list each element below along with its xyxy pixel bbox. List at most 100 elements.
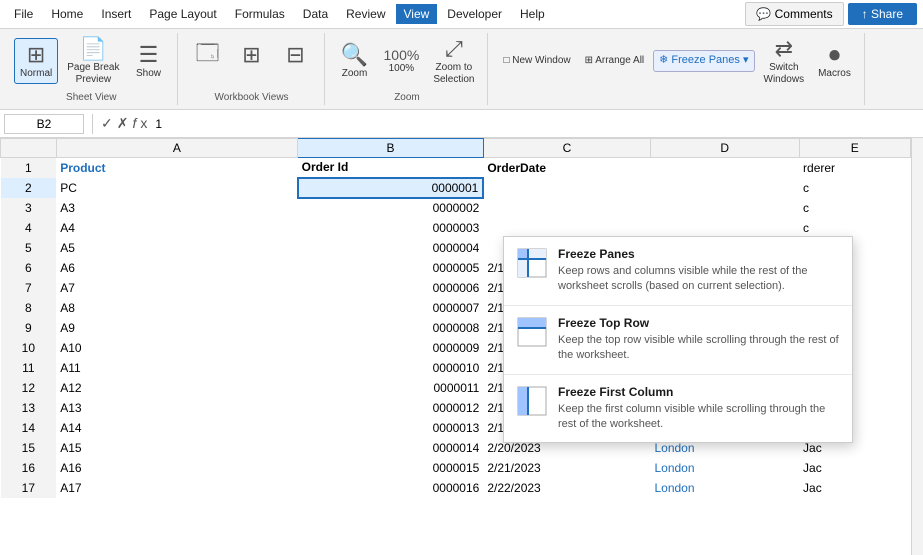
show-icon: ☰: [139, 42, 159, 68]
ribbon-group-window: □ New Window ⊞ Arrange All ❄ Freeze Pane…: [490, 33, 864, 105]
cell-city-4[interactable]: [650, 218, 799, 238]
cell-product-12[interactable]: A12: [56, 378, 297, 398]
zoom-100-button[interactable]: 100% 100%: [379, 44, 425, 78]
workbook-view2-button[interactable]: ⊞: [232, 39, 272, 71]
menu-formulas[interactable]: Formulas: [227, 4, 293, 24]
cell-orderid-13[interactable]: 0000012: [298, 398, 484, 418]
cell-date-16[interactable]: 2/21/2023: [483, 458, 650, 478]
cell-product-13[interactable]: A13: [56, 398, 297, 418]
header-orderid[interactable]: Order Id: [298, 158, 484, 178]
freeze-panes-desc: Keep rows and columns visible while the …: [558, 264, 840, 295]
cell-date-17[interactable]: 2/22/2023: [483, 478, 650, 498]
switch-windows-icon: ⇄: [775, 36, 793, 62]
freeze-first-column-item[interactable]: Freeze First Column Keep the first colum…: [504, 375, 852, 443]
cell-orderid-2[interactable]: 0000001: [298, 178, 484, 198]
vertical-scrollbar[interactable]: [911, 138, 923, 555]
menu-review[interactable]: Review: [338, 4, 393, 24]
cell-orderer-4[interactable]: c: [799, 218, 910, 238]
workbook-view3-button[interactable]: ⊟: [276, 39, 316, 71]
menu-developer[interactable]: Developer: [439, 4, 510, 24]
cell-city-17[interactable]: London: [650, 478, 799, 498]
formula-input[interactable]: [151, 115, 919, 133]
cell-orderid-12[interactable]: 0000011: [298, 378, 484, 398]
cell-product-17[interactable]: A17: [56, 478, 297, 498]
cell-product-2[interactable]: PC: [56, 178, 297, 198]
zoom-button[interactable]: 🔍 Zoom: [335, 39, 375, 83]
cell-date-2[interactable]: [483, 178, 650, 198]
formula-bar: ✓ ✗ f x: [0, 110, 923, 138]
cell-orderid-8[interactable]: 0000007: [298, 298, 484, 318]
cell-orderid-5[interactable]: 0000004: [298, 238, 484, 258]
cell-product-11[interactable]: A11: [56, 358, 297, 378]
cell-orderer-3[interactable]: c: [799, 198, 910, 218]
row-header-9: 9: [1, 318, 57, 338]
cell-product-4[interactable]: A4: [56, 218, 297, 238]
cell-product-14[interactable]: A14: [56, 418, 297, 438]
function-icon[interactable]: f: [132, 115, 136, 132]
freeze-panes-dropdown: Freeze Panes Keep rows and columns visib…: [503, 236, 853, 443]
cell-product-16[interactable]: A16: [56, 458, 297, 478]
col-header-b[interactable]: B: [298, 139, 484, 158]
menu-page-layout[interactable]: Page Layout: [141, 4, 224, 24]
cell-orderid-7[interactable]: 0000006: [298, 278, 484, 298]
cell-city-16[interactable]: London: [650, 458, 799, 478]
cell-city-3[interactable]: [650, 198, 799, 218]
zoom-selection-button[interactable]: ⤢ Zoom toSelection: [428, 33, 479, 89]
cell-product-10[interactable]: A10: [56, 338, 297, 358]
cancel-icon[interactable]: ✗: [117, 115, 129, 132]
menu-data[interactable]: Data: [295, 4, 336, 24]
cell-orderid-9[interactable]: 0000008: [298, 318, 484, 338]
freeze-panes-item[interactable]: Freeze Panes Keep rows and columns visib…: [504, 237, 852, 305]
normal-button[interactable]: ⊞ Normal: [14, 38, 58, 84]
cell-orderid-3[interactable]: 0000002: [298, 198, 484, 218]
cell-orderid-11[interactable]: 0000010: [298, 358, 484, 378]
menu-insert[interactable]: Insert: [93, 4, 139, 24]
show-button[interactable]: ☰ Show: [129, 39, 169, 83]
switch-windows-button[interactable]: ⇄ SwitchWindows: [759, 33, 810, 89]
cell-orderid-4[interactable]: 0000003: [298, 218, 484, 238]
freeze-top-row-item[interactable]: Freeze Top Row Keep the top row visible …: [504, 306, 852, 374]
cell-date-3[interactable]: [483, 198, 650, 218]
cell-product-7[interactable]: A7: [56, 278, 297, 298]
comments-button[interactable]: 💬 Comments: [745, 2, 843, 26]
macros-button[interactable]: ⏺ Macros: [813, 39, 856, 83]
cell-reference-input[interactable]: [4, 114, 84, 134]
cell-orderid-10[interactable]: 0000009: [298, 338, 484, 358]
cell-product-15[interactable]: A15: [56, 438, 297, 458]
cell-orderid-15[interactable]: 0000014: [298, 438, 484, 458]
new-window-button[interactable]: □ New Window: [498, 52, 575, 70]
cell-orderid-17[interactable]: 0000016: [298, 478, 484, 498]
freeze-panes-button[interactable]: ❄ Freeze Panes ▾: [653, 50, 754, 71]
cell-product-8[interactable]: A8: [56, 298, 297, 318]
cell-orderer-16[interactable]: Jac: [799, 458, 910, 478]
col-header-d[interactable]: D: [650, 139, 799, 158]
workbook-view1-button[interactable]: 🗔: [188, 33, 228, 77]
arrange-all-button[interactable]: ⊞ Arrange All: [580, 52, 650, 70]
cell-product-6[interactable]: A6: [56, 258, 297, 278]
col-header-a[interactable]: A: [56, 139, 297, 158]
share-button[interactable]: ↑ Share: [848, 3, 917, 25]
menu-help[interactable]: Help: [512, 4, 553, 24]
page-break-preview-button[interactable]: 📄 Page BreakPreview: [62, 33, 124, 89]
checkmark-icon[interactable]: ✓: [101, 115, 113, 132]
cell-date-4[interactable]: [483, 218, 650, 238]
col-header-e[interactable]: E: [799, 139, 910, 158]
cell-orderid-14[interactable]: 0000013: [298, 418, 484, 438]
cell-orderer-2[interactable]: c: [799, 178, 910, 198]
menu-home[interactable]: Home: [43, 4, 91, 24]
cell-product-3[interactable]: A3: [56, 198, 297, 218]
header-orderdate[interactable]: OrderDate: [483, 158, 650, 178]
header-product[interactable]: Product: [56, 158, 297, 178]
menu-file[interactable]: File: [6, 4, 41, 24]
cell-product-9[interactable]: A9: [56, 318, 297, 338]
expand-icon[interactable]: x: [140, 115, 147, 132]
cell-product-5[interactable]: A5: [56, 238, 297, 258]
menu-view[interactable]: View: [396, 4, 438, 24]
row-header-5: 5: [1, 238, 57, 258]
cell-orderid-16[interactable]: 0000015: [298, 458, 484, 478]
cell-orderer-17[interactable]: Jac: [799, 478, 910, 498]
freeze-panes-icon: [516, 247, 548, 279]
cell-city-2[interactable]: [650, 178, 799, 198]
cell-orderid-6[interactable]: 0000005: [298, 258, 484, 278]
col-header-c[interactable]: C: [483, 139, 650, 158]
